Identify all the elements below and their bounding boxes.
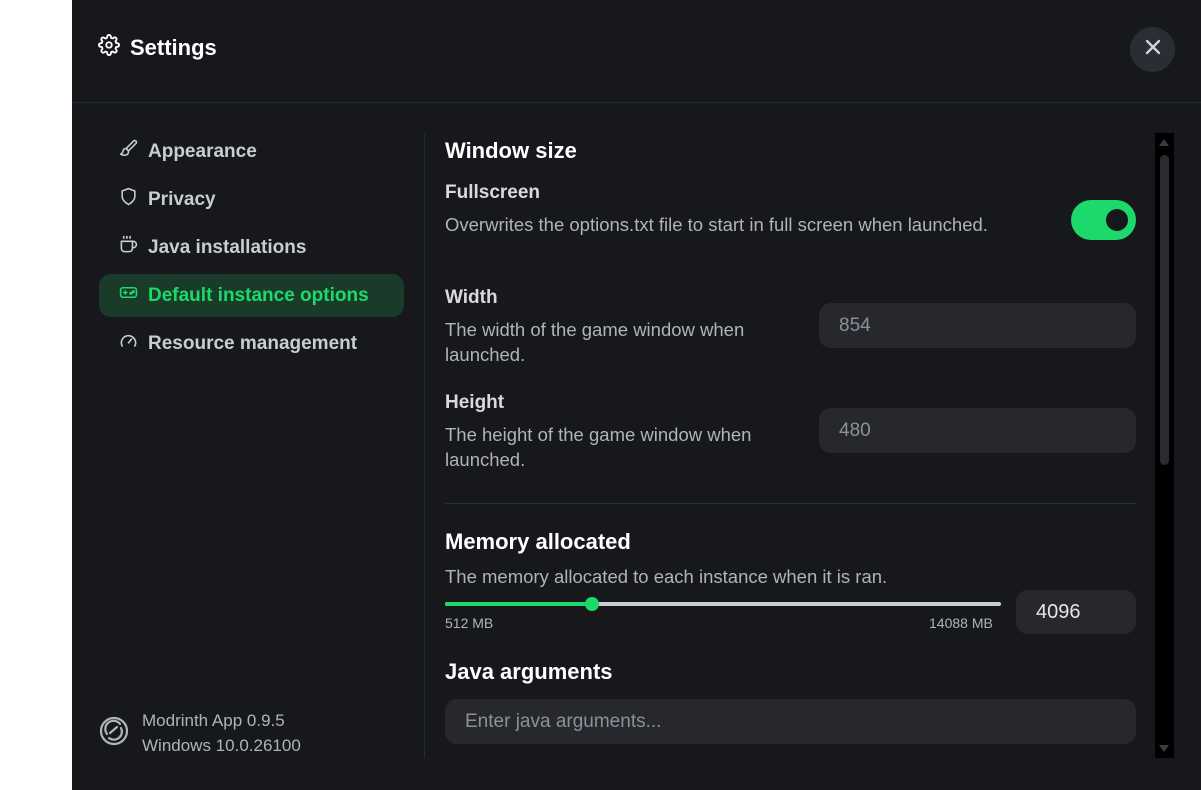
sidebar-item-java-installations[interactable]: Java installations (99, 226, 404, 269)
modal-header: Settings (72, 0, 1201, 103)
coffee-icon (119, 235, 138, 260)
sidebar-item-appearance[interactable]: Appearance (99, 130, 404, 173)
paintbrush-icon (119, 139, 138, 164)
memory-input[interactable]: 4096 (1016, 590, 1136, 634)
sidebar-item-label: Privacy (148, 188, 216, 210)
sidebar-item-resource-management[interactable]: Resource management (99, 322, 404, 365)
fullscreen-description: Overwrites the options.txt file to start… (445, 214, 988, 235)
memory-title: Memory allocated (445, 529, 631, 554)
memory-description: The memory allocated to each instance wh… (445, 566, 888, 587)
sidebar-divider (424, 133, 425, 758)
settings-sidebar: Appearance Privacy Java installations De… (99, 130, 404, 370)
height-label: Height (445, 392, 505, 413)
width-description: The width of the game window when launch… (445, 319, 745, 365)
sidebar-item-label: Default instance options (148, 284, 369, 306)
memory-slider[interactable] (445, 597, 1001, 611)
sidebar-item-label: Appearance (148, 140, 257, 162)
settings-content: Window size Fullscreen Overwrites the op… (445, 133, 1137, 758)
app-info: Modrinth App 0.9.5 Windows 10.0.26100 (98, 708, 301, 758)
os-version: Windows 10.0.26100 (142, 736, 301, 755)
gamepad-icon (119, 283, 138, 308)
shield-icon (119, 187, 138, 212)
content-scrollbar[interactable] (1155, 133, 1174, 758)
memory-min-label: 512 MB (445, 615, 494, 631)
modal-title-text: Settings (130, 34, 217, 60)
memory-slider-fill (445, 602, 592, 606)
memory-slider-thumb[interactable] (584, 597, 599, 611)
sidebar-item-default-instance-options[interactable]: Default instance options (99, 274, 404, 317)
sidebar-item-privacy[interactable]: Privacy (99, 178, 404, 221)
close-icon (1144, 38, 1162, 61)
fullscreen-toggle[interactable] (1071, 200, 1136, 240)
java-arguments-title: Java arguments (445, 659, 613, 684)
scroll-up-arrow[interactable] (1159, 139, 1169, 146)
height-description: The height of the game window when launc… (445, 424, 752, 470)
gauge-icon (119, 331, 138, 356)
java-arguments-input[interactable]: Enter java arguments... (445, 699, 1136, 744)
version-text: Modrinth App 0.9.5 Windows 10.0.26100 (142, 708, 301, 758)
scroll-down-arrow[interactable] (1159, 745, 1169, 752)
toggle-knob (1106, 209, 1128, 231)
scroll-thumb[interactable] (1160, 155, 1169, 465)
memory-max-label: 14088 MB (929, 615, 993, 631)
app-version: Modrinth App 0.9.5 (142, 711, 285, 730)
height-input[interactable]: 480 (819, 408, 1136, 453)
settings-modal: Settings Appearance Privacy Java install… (72, 0, 1201, 790)
modal-title: Settings (98, 34, 217, 61)
modrinth-logo-icon (98, 715, 130, 752)
gear-icon (98, 34, 120, 61)
width-input[interactable]: 854 (819, 303, 1136, 348)
width-label: Width (445, 287, 498, 308)
window-size-title: Window size (445, 138, 577, 163)
close-button[interactable] (1130, 27, 1175, 72)
fullscreen-label: Fullscreen (445, 182, 541, 203)
section-divider (445, 503, 1136, 504)
sidebar-item-label: Java installations (148, 236, 307, 258)
sidebar-item-label: Resource management (148, 332, 358, 354)
